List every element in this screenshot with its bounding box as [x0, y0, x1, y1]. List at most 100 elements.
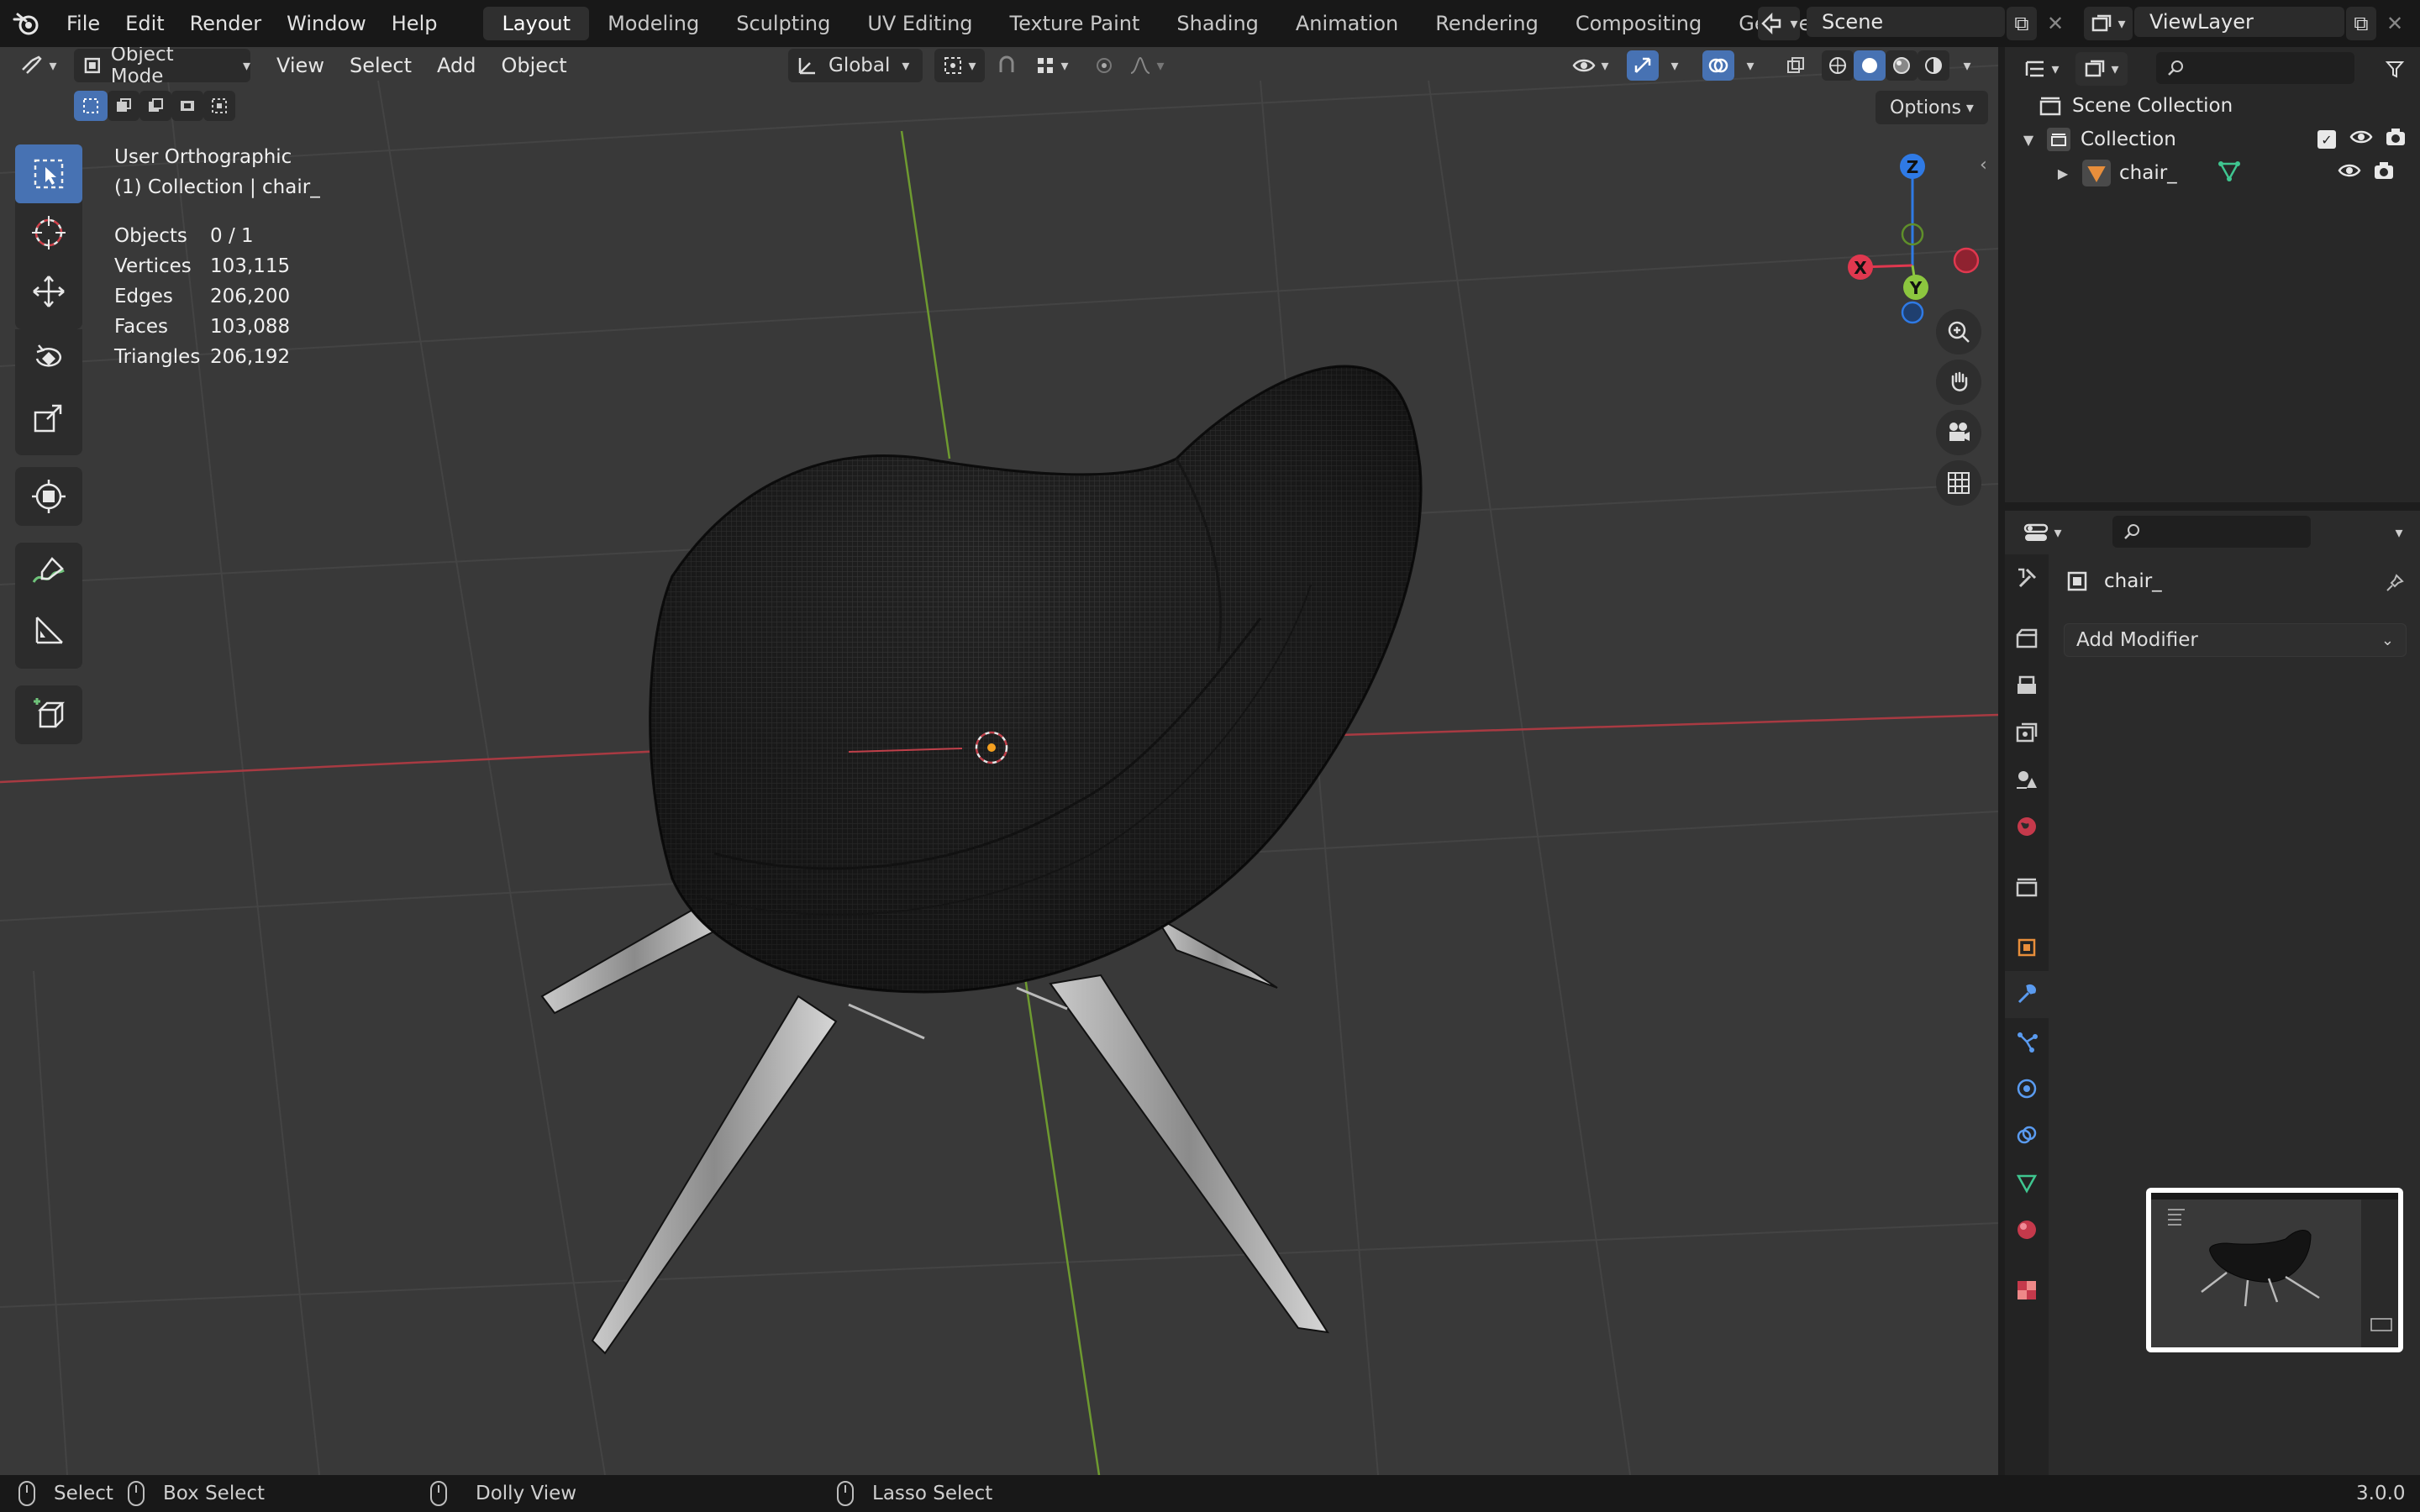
select-box-tool-icon[interactable] [15, 144, 82, 203]
camera-view-icon[interactable] [1936, 410, 1981, 455]
menu-add[interactable]: Add [424, 47, 488, 84]
shading-rendered-icon[interactable] [1918, 50, 1949, 81]
proportional-falloff-icon[interactable]: ▾ [1123, 49, 1171, 82]
transform-orientation-dropdown[interactable]: Global ▾ [788, 49, 923, 82]
modifier-tab-icon[interactable] [2005, 971, 2049, 1018]
3d-viewport[interactable]: ▾ Object Mode ▾ View Select Add Object Gl… [0, 47, 1998, 1475]
tab-layout[interactable]: Layout [483, 7, 590, 40]
constraints-tab-icon[interactable] [2005, 1112, 2049, 1159]
area-divider[interactable] [1998, 47, 2005, 1475]
editor-type-icon[interactable]: ▾ [12, 49, 66, 82]
tab-animation[interactable]: Animation [1277, 7, 1417, 40]
pan-view-icon[interactable] [1936, 360, 1981, 405]
tab-shading[interactable]: Shading [1158, 7, 1277, 40]
add-modifier-dropdown[interactable]: Add Modifier ⌄ [2064, 623, 2407, 657]
select-mode-extend-icon[interactable] [108, 91, 139, 121]
delete-scene-icon[interactable]: ✕ [2040, 7, 2070, 40]
tab-modeling[interactable]: Modeling [589, 7, 718, 40]
ortho-toggle-icon[interactable] [1936, 460, 1981, 506]
particles-tab-icon[interactable] [2005, 1018, 2049, 1065]
tab-sculpting[interactable]: Sculpting [718, 7, 849, 40]
outliner-search-input[interactable] [2156, 52, 2354, 84]
menu-select[interactable]: Select [337, 47, 424, 84]
select-mode-difference-icon[interactable] [171, 91, 203, 121]
properties-options-dropdown[interactable]: ▾ [2381, 516, 2412, 549]
xray-toggle-icon[interactable] [1780, 49, 1812, 82]
tool-tab-icon[interactable] [2005, 554, 2049, 601]
measure-tool-icon[interactable] [15, 601, 82, 660]
menu-render[interactable]: Render [177, 0, 274, 47]
object-eye-icon[interactable] [2338, 161, 2361, 185]
output-tab-icon[interactable] [2005, 662, 2049, 709]
outliner-scene-collection-row[interactable]: Scene Collection [2039, 89, 2233, 123]
gizmo-dropdown-icon[interactable]: ▾ [1660, 49, 1684, 82]
options-dropdown[interactable]: Options ▾ [1876, 91, 1988, 124]
gizmo-toggle-icon[interactable] [1627, 50, 1659, 81]
mesh-data-icon[interactable] [2217, 159, 2241, 187]
object-tab-icon[interactable] [2005, 924, 2049, 971]
pin-icon[interactable] [2378, 566, 2412, 600]
scene-name-field[interactable]: Scene [1807, 7, 2005, 37]
tab-uv-editing[interactable]: UV Editing [849, 7, 991, 40]
collection-eye-icon[interactable] [2349, 128, 2373, 151]
menu-edit[interactable]: Edit [113, 0, 176, 47]
select-mode-set-icon[interactable] [74, 91, 108, 121]
shading-solid-icon[interactable] [1854, 50, 1886, 81]
menu-file[interactable]: File [54, 0, 113, 47]
new-scene-icon[interactable]: ⧉ [2007, 7, 2037, 40]
zoom-view-icon[interactable] [1936, 309, 1981, 354]
world-tab-icon[interactable] [2005, 803, 2049, 850]
filter-icon[interactable] [2380, 52, 2410, 86]
tab-compositing[interactable]: Compositing [1557, 7, 1720, 40]
shading-wireframe-icon[interactable] [1822, 50, 1854, 81]
render-tab-icon[interactable] [2005, 615, 2049, 662]
navigation-gizmo[interactable]: Z X Y [1832, 148, 1983, 333]
delete-viewlayer-icon[interactable]: ✕ [2380, 7, 2410, 40]
collection-render-camera-icon[interactable] [2385, 127, 2407, 152]
viewlayer-browse-icon[interactable]: ▾ [2084, 7, 2133, 40]
menu-help[interactable]: Help [379, 0, 450, 47]
outliner-editor-type-icon[interactable]: ▾ [2018, 52, 2065, 86]
annotate-tool-icon[interactable] [15, 543, 82, 601]
shading-dropdown-icon[interactable]: ▾ [1953, 49, 1976, 82]
outliner-object-row[interactable]: ▶ chair_ [2052, 156, 2415, 190]
select-mode-intersect-icon[interactable] [203, 91, 235, 121]
snap-target-icon[interactable]: ▾ [1025, 49, 1079, 82]
physics-tab-icon[interactable] [2005, 1065, 2049, 1112]
mode-dropdown[interactable]: Object Mode ▾ [74, 47, 250, 87]
select-mode-subtract-icon[interactable] [139, 91, 171, 121]
display-mode-icon[interactable]: ▾ [2075, 52, 2128, 86]
area-divider-horizontal[interactable] [2005, 502, 2420, 511]
data-tab-icon[interactable] [2005, 1159, 2049, 1206]
rotate-tool-icon[interactable] [15, 329, 82, 388]
overlays-dropdown-icon[interactable]: ▾ [1736, 49, 1760, 82]
material-tab-icon[interactable] [2005, 1206, 2049, 1253]
outliner-collection-row[interactable]: ▼ Collection ✓ [2017, 123, 2415, 156]
snap-toggle-icon[interactable] [992, 49, 1022, 82]
proportional-edit-icon[interactable] [1089, 49, 1119, 82]
scale-tool-icon[interactable] [15, 388, 82, 447]
exclude-checkbox[interactable]: ✓ [2317, 130, 2336, 149]
pivot-point-icon[interactable]: ▾ [934, 49, 985, 82]
cursor-tool-icon[interactable] [15, 203, 82, 262]
menu-window[interactable]: Window [274, 0, 379, 47]
object-render-camera-icon[interactable] [2373, 160, 2395, 186]
scene-tab-icon[interactable] [2005, 756, 2049, 803]
transform-tool-icon[interactable] [15, 467, 82, 526]
tab-texture-paint[interactable]: Texture Paint [992, 7, 1159, 40]
collection-tab-icon[interactable] [2005, 864, 2049, 911]
overlays-toggle-icon[interactable] [1702, 50, 1734, 81]
properties-editor-type-icon[interactable]: ▾ [2017, 516, 2069, 549]
view-layer-tab-icon[interactable] [2005, 709, 2049, 756]
properties-search-input[interactable] [2112, 516, 2311, 548]
move-tool-icon[interactable] [15, 262, 82, 321]
menu-view[interactable]: View [264, 47, 337, 84]
viewlayer-name-field[interactable]: ViewLayer [2134, 7, 2344, 37]
menu-object[interactable]: Object [488, 47, 579, 84]
tab-rendering[interactable]: Rendering [1417, 7, 1557, 40]
expand-collection-icon[interactable]: ▼ [2017, 132, 2040, 148]
shading-material-icon[interactable] [1886, 50, 1918, 81]
object-visibility-icon[interactable]: ▾ [1565, 49, 1617, 82]
new-viewlayer-icon[interactable]: ⧉ [2346, 7, 2376, 40]
add-cube-tool-icon[interactable] [15, 685, 82, 744]
